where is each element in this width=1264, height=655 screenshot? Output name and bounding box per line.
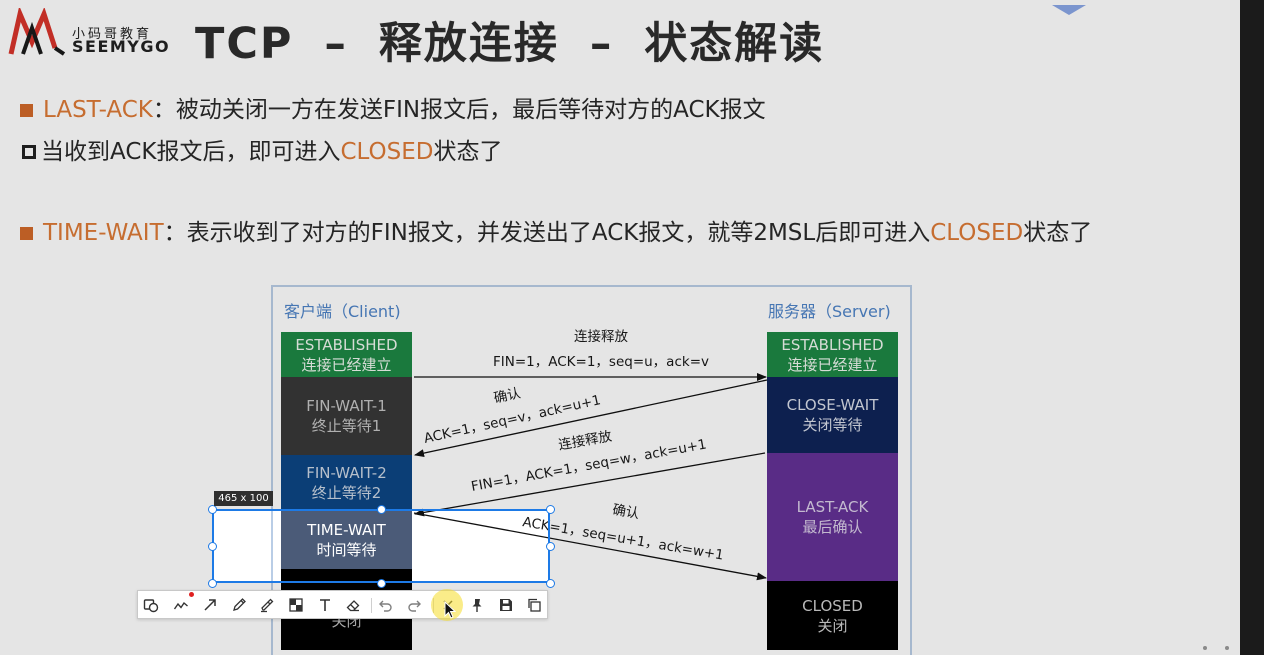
dim-overlay-top <box>0 0 1264 509</box>
screen-edge <box>1240 0 1264 655</box>
copy-icon <box>528 598 541 612</box>
toolbar-separator <box>371 598 372 613</box>
resize-handle-bottom-right[interactable] <box>545 578 555 588</box>
arrow-tool-button[interactable] <box>198 593 222 617</box>
capture-selection[interactable] <box>212 509 550 583</box>
resize-handle-top[interactable] <box>376 504 386 514</box>
page-dot-icon <box>1225 646 1229 650</box>
resize-handle-bottom[interactable] <box>376 578 386 588</box>
pin-icon <box>472 599 482 612</box>
copy-button[interactable] <box>522 593 546 617</box>
active-indicator-dot <box>189 592 194 597</box>
shape-icon <box>143 599 159 613</box>
text-icon <box>320 599 330 611</box>
marker-icon <box>261 598 274 613</box>
capture-toolbar <box>137 590 548 619</box>
mosaic-tool-button[interactable] <box>284 593 308 617</box>
resize-handle-bottom-left[interactable] <box>207 578 217 588</box>
undo-icon <box>379 600 392 612</box>
text-tool-button[interactable] <box>313 593 337 617</box>
save-icon <box>500 599 512 611</box>
mosaic-icon <box>289 598 303 612</box>
redo-icon <box>408 600 421 612</box>
redo-button[interactable] <box>402 593 426 617</box>
resize-handle-top-right[interactable] <box>545 504 555 514</box>
curve-icon <box>173 601 188 610</box>
undo-button[interactable] <box>374 593 398 617</box>
resize-handle-right[interactable] <box>545 541 555 551</box>
pin-button[interactable] <box>465 593 489 617</box>
mouse-cursor-icon <box>444 600 457 620</box>
eraser-tool-button[interactable] <box>341 593 365 617</box>
page-dot-icon <box>1203 646 1207 650</box>
marker-tool-button[interactable] <box>255 593 279 617</box>
resize-handle-left[interactable] <box>207 541 217 551</box>
dim-overlay-left <box>0 509 212 583</box>
pencil-tool-button[interactable] <box>227 593 251 617</box>
pencil-icon <box>233 598 246 611</box>
arrow-icon <box>204 599 216 611</box>
selection-size-label: 465 x 100 <box>214 491 273 506</box>
eraser-icon <box>346 600 360 612</box>
save-button[interactable] <box>494 593 518 617</box>
dim-overlay-right <box>550 509 1264 583</box>
shape-tool-button[interactable] <box>139 593 163 617</box>
